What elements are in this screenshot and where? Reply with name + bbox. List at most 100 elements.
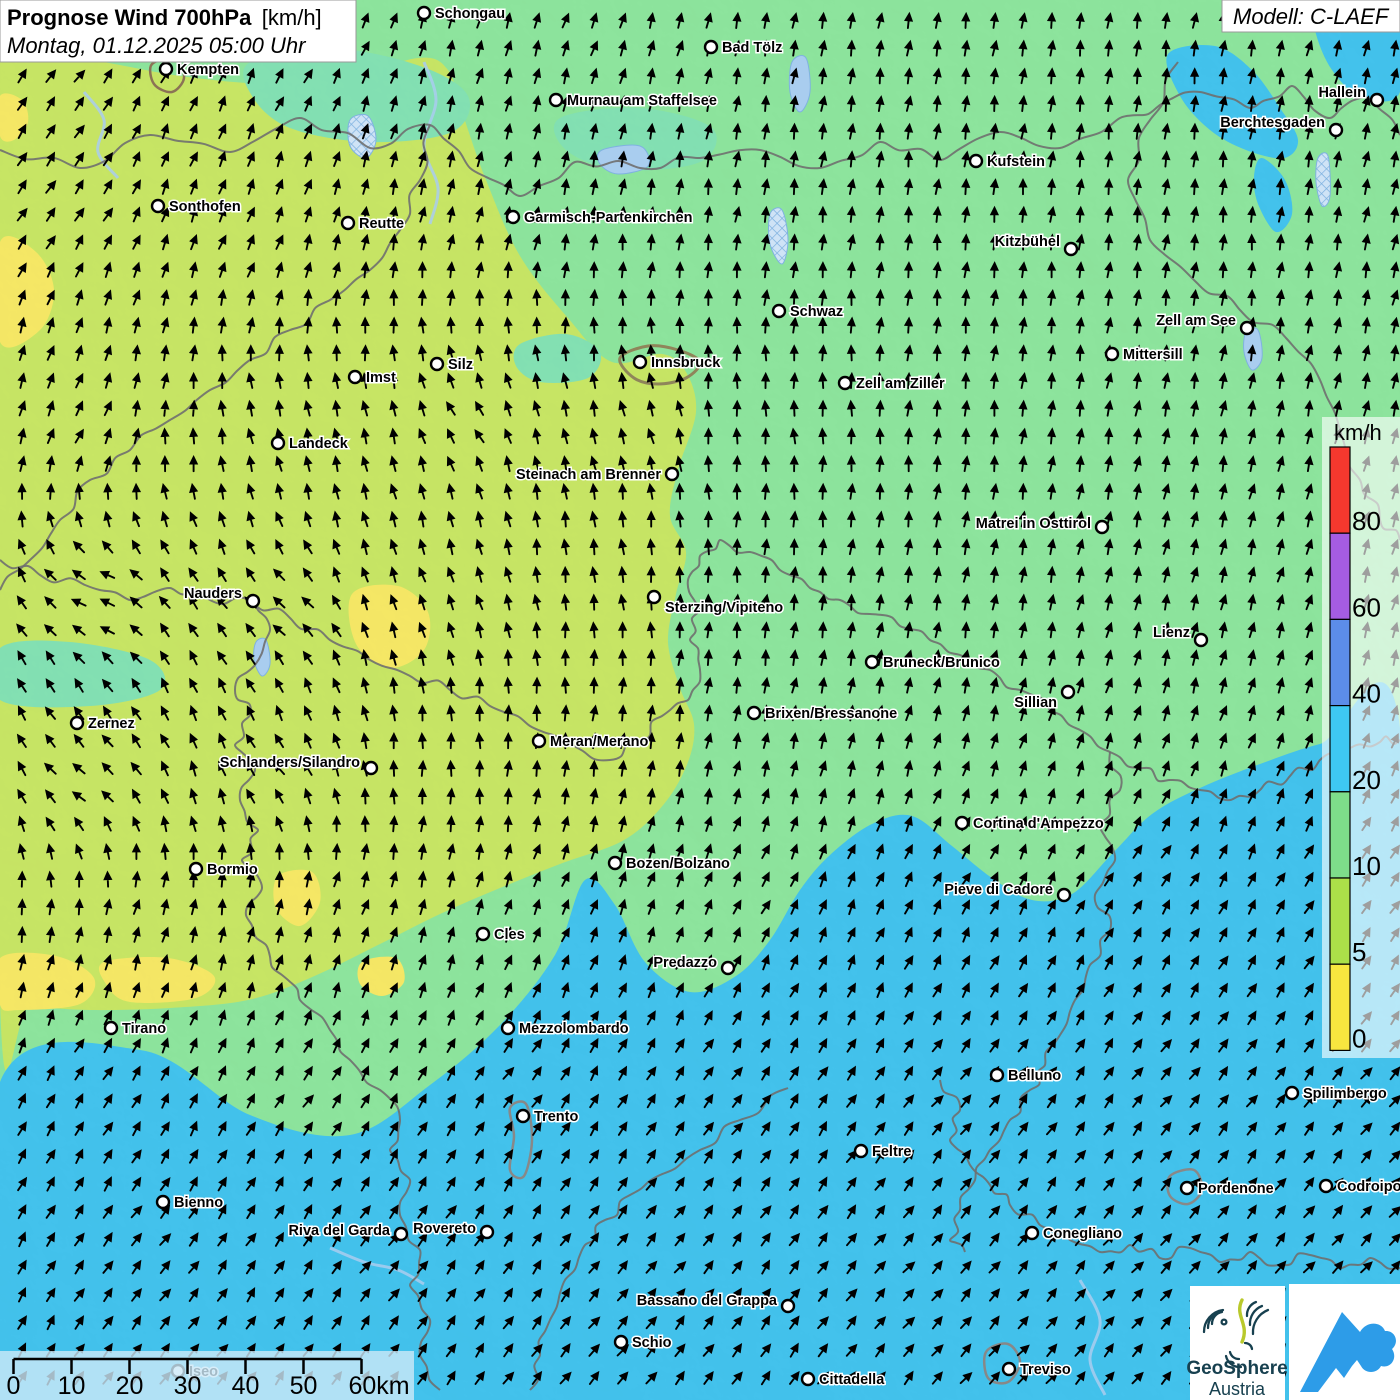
geosphere-country: Austria xyxy=(1209,1379,1266,1399)
city-label: Bruneck/Brunico xyxy=(883,655,1000,671)
city-label: Rovereto xyxy=(413,1221,476,1237)
partner-logo xyxy=(1289,1284,1400,1400)
city: Matrei in Osttirol xyxy=(976,516,1108,533)
city: Imst xyxy=(349,370,396,386)
city-marker xyxy=(502,1022,514,1034)
scale-bar: 0102030405060km xyxy=(0,1351,414,1400)
page-title: Prognose Wind 700hPa xyxy=(7,5,252,30)
city-label: Schio xyxy=(632,1335,672,1351)
legend-block-40 xyxy=(1330,619,1350,705)
legend-block-60 xyxy=(1330,533,1350,619)
city: Schio xyxy=(615,1335,672,1351)
city-label: Zell am Ziller xyxy=(856,376,945,392)
scale-tick-label: 60km xyxy=(349,1372,410,1400)
geosphere-logo: GeoSphere Austria xyxy=(1186,1286,1287,1400)
scale-tick-label: 40 xyxy=(232,1372,260,1400)
city-marker xyxy=(1286,1087,1298,1099)
city-marker xyxy=(782,1300,794,1312)
city-label: Pordenone xyxy=(1198,1181,1274,1197)
city-label: Predazzo xyxy=(653,955,717,971)
city-marker xyxy=(839,377,851,389)
svg-text:Prognose Wind 700hPa [km: Prognose Wind 700hPa [km/h] xyxy=(7,5,322,30)
legend-title: km/h xyxy=(1334,420,1382,445)
city-label: Meran/Merano xyxy=(550,734,648,750)
city-marker xyxy=(481,1226,493,1238)
city-marker xyxy=(705,41,717,53)
city: Mezzolombardo xyxy=(502,1021,629,1037)
city-marker xyxy=(1195,634,1207,646)
city-label: Codroipo xyxy=(1337,1179,1400,1195)
city-label: Schwaz xyxy=(790,304,843,320)
city-label: Landeck xyxy=(289,436,349,452)
city: Murnau am Staffelsee xyxy=(550,93,717,109)
city-marker xyxy=(349,371,361,383)
legend-tick-label: 60 xyxy=(1352,592,1381,622)
page-title-unit: [km/h] xyxy=(262,5,322,30)
city-label: Bienno xyxy=(174,1195,223,1211)
city-label: Bormio xyxy=(207,862,258,878)
city-marker xyxy=(533,735,545,747)
city-marker xyxy=(507,211,519,223)
city-label: Sillian xyxy=(1014,695,1057,711)
city: Cortina d'Ampezzo xyxy=(956,816,1104,832)
city: Silz xyxy=(431,357,473,373)
city-marker xyxy=(160,63,172,75)
city-label: Cortina d'Ampezzo xyxy=(973,816,1104,832)
city-label: Schlanders/Silandro xyxy=(220,755,360,771)
city-marker xyxy=(748,707,760,719)
city: Bozen/Bolzano xyxy=(609,856,730,872)
city-label: Cles xyxy=(494,927,525,943)
city-label: Zernez xyxy=(88,716,135,732)
legend-tick-label: 80 xyxy=(1352,506,1381,536)
city-marker xyxy=(342,217,354,229)
city-marker xyxy=(1003,1363,1015,1375)
scale-tick-label: 20 xyxy=(116,1372,144,1400)
city-label: Murnau am Staffelsee xyxy=(567,93,717,109)
city-marker xyxy=(956,817,968,829)
legend-block-20 xyxy=(1330,706,1350,792)
city-marker xyxy=(1106,348,1118,360)
legend-tick-label: 20 xyxy=(1352,765,1381,795)
city-marker xyxy=(157,1196,169,1208)
city-label: Spilimbergo xyxy=(1303,1086,1387,1102)
forecast-datetime: Montag, 01.12.2025 05:00 Uhr xyxy=(7,33,307,58)
wind-forecast-map: SchongauBad TölzKemptenMurnau am Staffel… xyxy=(0,0,1400,1400)
city-marker xyxy=(1058,889,1070,901)
city-label: Pieve di Cadore xyxy=(944,882,1053,898)
city-marker xyxy=(418,7,430,19)
city-label: Steinach am Brenner xyxy=(516,467,661,483)
city-marker xyxy=(991,1069,1003,1081)
city-label: Cittadella xyxy=(819,1372,885,1388)
city-label: Tirano xyxy=(122,1021,166,1037)
city-marker xyxy=(247,595,259,607)
city-label: Nauders xyxy=(184,586,242,602)
city: Steinach am Brenner xyxy=(516,467,678,483)
city-marker xyxy=(71,717,83,729)
city-label: Kufstein xyxy=(987,154,1045,170)
scale-tick-label: 50 xyxy=(290,1372,318,1400)
city-label: Silz xyxy=(448,357,473,373)
city-label: Reutte xyxy=(359,216,404,232)
city-label: Berchtesgaden xyxy=(1220,115,1325,131)
city-label: Belluno xyxy=(1008,1068,1061,1084)
city: Bruneck/Brunico xyxy=(866,655,1000,671)
scale-tick-label: 0 xyxy=(7,1372,21,1400)
city-marker xyxy=(855,1145,867,1157)
city-marker xyxy=(365,762,377,774)
city: Cles xyxy=(477,927,525,943)
city: Meran/Merano xyxy=(533,734,648,750)
legend-tick-label: 10 xyxy=(1352,851,1381,881)
legend-tick-label: 0 xyxy=(1352,1023,1366,1053)
geosphere-name: GeoSphere xyxy=(1186,1358,1287,1379)
city-label: Sterzing/Vipiteno xyxy=(665,600,783,616)
city-label: Brixen/Bressanone xyxy=(765,706,897,722)
scale-tick-label: 10 xyxy=(58,1372,86,1400)
city-marker xyxy=(550,94,562,106)
city: Brixen/Bressanone xyxy=(748,706,897,722)
city-label: Mezzolombardo xyxy=(519,1021,629,1037)
city-label: Mittersill xyxy=(1123,347,1183,363)
city-marker xyxy=(802,1373,814,1385)
legend-block-0 xyxy=(1330,964,1350,1050)
city-label: Bad Tölz xyxy=(722,40,782,56)
city-label: Innsbruck xyxy=(651,355,721,371)
